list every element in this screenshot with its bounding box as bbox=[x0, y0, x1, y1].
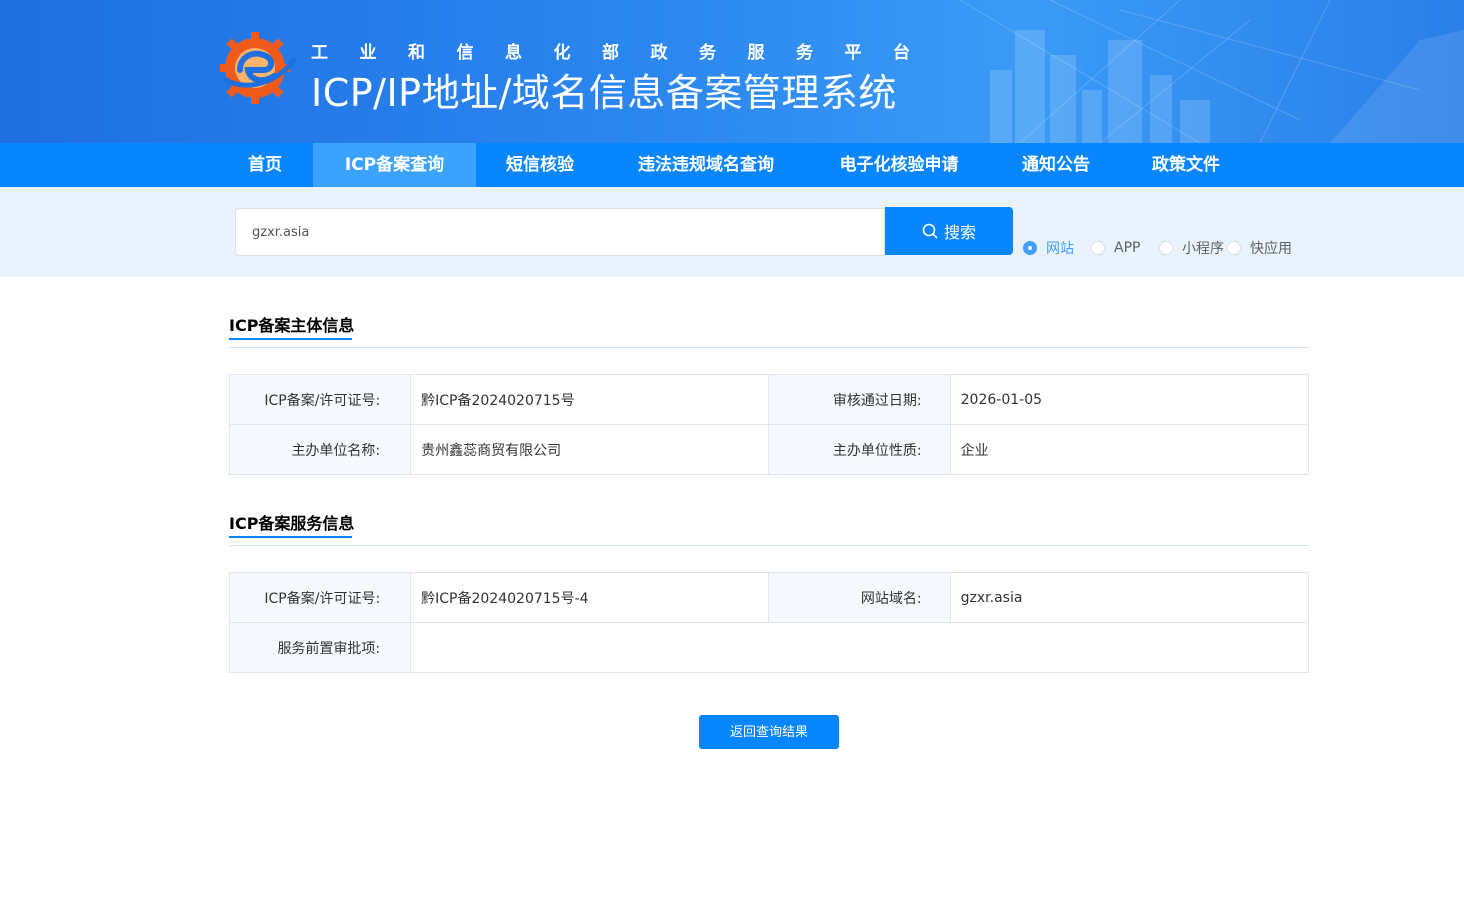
subject-info-table: ICP备案/许可证号: 黔ICP备2024020715号 审核通过日期: 202… bbox=[228, 374, 1310, 475]
service-info-table: ICP备案/许可证号: 黔ICP备2024020715号-4 网站域名: gzx… bbox=[228, 572, 1310, 673]
table-row: ICP备案/许可证号: 黔ICP备2024020715号-4 网站域名: gzx… bbox=[228, 572, 1310, 623]
search-button-label: 搜索 bbox=[943, 225, 976, 242]
search-bar: 搜索 网站 APP 小程序 快应用 bbox=[0, 187, 1464, 277]
radio-quick-app-label: 快应用 bbox=[1250, 241, 1292, 257]
pre-approval-label: 服务前置审批项: bbox=[228, 622, 412, 673]
subject-info-title: ICP备案主体信息 bbox=[229, 316, 355, 335]
nav-policy-docs[interactable]: 政策文件 bbox=[1136, 143, 1236, 187]
section-underline bbox=[229, 338, 352, 340]
nav-notices[interactable]: 通知公告 bbox=[1006, 143, 1106, 187]
table-row: 服务前置审批项: bbox=[228, 622, 1309, 673]
search-icon bbox=[922, 223, 938, 239]
service-license-value: 黔ICP备2024020715号-4 bbox=[410, 572, 770, 623]
approval-date-label: 审核通过日期: bbox=[768, 374, 951, 425]
service-license-label: ICP备案/许可证号: bbox=[228, 572, 412, 623]
website-domain-label: 网站域名: bbox=[768, 572, 951, 623]
platform-subtitle: 工业和信息化部政务服务平台 bbox=[311, 43, 942, 63]
section-divider bbox=[229, 545, 1309, 546]
nav-home[interactable]: 首页 bbox=[234, 143, 296, 187]
website-domain-value: gzxr.asia bbox=[949, 572, 1310, 623]
radio-unchecked-icon bbox=[1159, 241, 1173, 255]
radio-app[interactable]: APP bbox=[1091, 239, 1140, 257]
radio-quick-app[interactable]: 快应用 bbox=[1227, 239, 1292, 257]
table-row: ICP备案/许可证号: 黔ICP备2024020715号 审核通过日期: 202… bbox=[228, 374, 1310, 425]
back-to-results-button[interactable]: 返回查询结果 bbox=[699, 715, 839, 749]
nav-sms-verify[interactable]: 短信核验 bbox=[490, 143, 590, 187]
header-banner: 工业和信息化部政务服务平台 ICP/IP地址/域名信息备案管理系统 bbox=[0, 0, 1464, 143]
organizer-name-label: 主办单位名称: bbox=[228, 424, 412, 475]
radio-mini-program-label: 小程序 bbox=[1182, 241, 1224, 257]
approval-date-value: 2026-01-05 bbox=[949, 374, 1310, 425]
search-input[interactable] bbox=[235, 208, 885, 256]
radio-website-label: 网站 bbox=[1046, 241, 1074, 257]
radio-checked-icon bbox=[1023, 241, 1037, 255]
main-nav: 首页 ICP备案查询 短信核验 违法违规域名查询 电子化核验申请 通知公告 政策… bbox=[0, 143, 1464, 187]
organizer-type-label: 主办单位性质: bbox=[768, 424, 951, 475]
radio-website[interactable]: 网站 bbox=[1023, 239, 1074, 257]
service-info-title: ICP备案服务信息 bbox=[229, 514, 355, 533]
section-underline bbox=[229, 536, 352, 538]
license-value: 黔ICP备2024020715号 bbox=[410, 374, 770, 425]
pre-approval-value bbox=[410, 622, 1309, 673]
table-row: 主办单位名称: 贵州鑫蕊商贸有限公司 主办单位性质: 企业 bbox=[228, 424, 1310, 475]
nav-illegal-domain-query[interactable]: 违法违规域名查询 bbox=[620, 143, 792, 187]
search-button[interactable]: 搜索 bbox=[885, 207, 1013, 255]
miit-logo bbox=[220, 32, 296, 104]
nav-e-verify-apply[interactable]: 电子化核验申请 bbox=[822, 143, 976, 187]
nav-icp-query[interactable]: ICP备案查询 bbox=[313, 143, 476, 187]
radio-unchecked-icon bbox=[1227, 241, 1241, 255]
radio-mini-program[interactable]: 小程序 bbox=[1159, 239, 1224, 257]
system-title: ICP/IP地址/域名信息备案管理系统 bbox=[311, 71, 897, 115]
section-divider bbox=[229, 347, 1309, 348]
radio-app-label: APP bbox=[1114, 240, 1141, 256]
organizer-type-value: 企业 bbox=[949, 424, 1310, 475]
organizer-name-value: 贵州鑫蕊商贸有限公司 bbox=[410, 424, 770, 475]
license-label: ICP备案/许可证号: bbox=[228, 374, 412, 425]
radio-unchecked-icon bbox=[1091, 241, 1105, 255]
